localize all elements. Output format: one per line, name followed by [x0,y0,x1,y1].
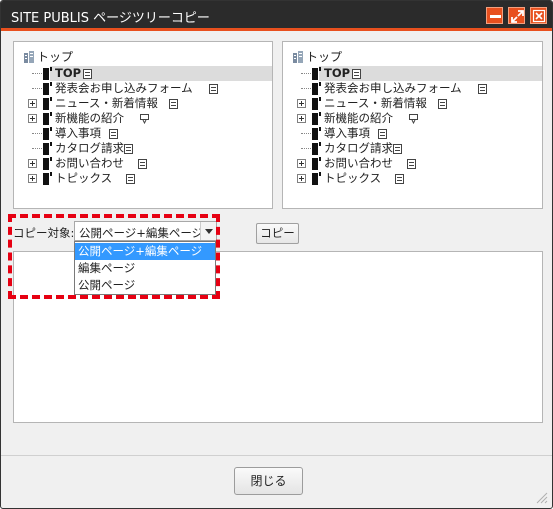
tree-item-label: TOP [55,66,82,80]
page-icon [43,112,52,125]
tree-item-label: 発表会お申し込みフォーム [55,81,193,95]
page-icon [43,67,52,80]
page-icon [312,82,321,95]
tree-connector [32,133,42,134]
tree-item-label: お問い合わせ [55,156,124,170]
page-icon [312,172,321,185]
minimize-button[interactable] [486,7,503,24]
published-state-icon [138,159,147,169]
page-tree-copy-dialog: SITE PUBLIS ページツリーコピー トップ TOP 発表会お申し込みフォ… [0,0,553,509]
dialog-title: SITE PUBLIS ページツリーコピー [11,11,210,26]
close-button[interactable]: 閉じる [234,467,303,495]
tree-item-label: ニュース・新着情報 [55,96,158,110]
expand-icon[interactable] [28,159,37,168]
site-root-icon [24,51,34,63]
tree-item-label: 導入事項 [324,126,370,140]
published-state-icon [438,99,447,109]
page-icon [43,142,52,155]
published-state-icon [352,69,361,79]
tree-item-label: TOP [324,66,351,80]
tree-item-label: 導入事項 [55,126,101,140]
tree-connector [32,88,42,89]
close-icon [532,9,546,23]
expand-icon[interactable] [297,114,306,123]
published-state-icon [378,129,387,139]
tree-connector [32,73,42,74]
tree-connector [301,148,311,149]
page-icon [312,142,321,155]
published-state-icon [109,129,118,139]
maximize-button[interactable] [508,7,525,24]
target-page-tree[interactable]: トップ TOP 発表会お申し込みフォーム ニュース・新着情報 新機能の紹介 導入… [282,41,543,209]
footer-divider [1,455,552,456]
close-window-button[interactable] [530,7,547,24]
published-state-icon [169,99,178,109]
published-state-icon [209,84,218,94]
minimize-icon [490,15,501,18]
page-icon [312,112,321,125]
tree-item-label: 新機能の紹介 [55,111,124,125]
tree-item-label: トピックス [324,171,382,185]
page-icon [312,67,321,80]
expand-icon[interactable] [28,99,37,108]
tree-connector [32,148,42,149]
page-icon [43,127,52,140]
edited-state-icon [409,114,418,124]
published-state-icon [393,144,402,154]
tree-item-label: トピックス [55,171,113,185]
published-state-icon [407,159,416,169]
page-icon [312,127,321,140]
tree-item-label: ニュース・新着情報 [324,96,427,110]
page-icon [43,157,52,170]
tree-item-label: お問い合わせ [324,156,393,170]
tree-item-label: カタログ請求 [55,141,124,155]
expand-icon[interactable] [297,159,306,168]
resize-grip-icon[interactable] [534,490,548,504]
tree-connector [301,73,311,74]
page-icon [312,97,321,110]
title-bar[interactable]: SITE PUBLIS ページツリーコピー [1,1,552,31]
copy-button[interactable]: コピー [256,223,299,244]
tree-connector [301,133,311,134]
tree-root-label: トップ [306,50,343,64]
expand-icon[interactable] [297,99,306,108]
tree-connector [301,88,311,89]
maximize-icon [511,10,524,23]
expand-icon[interactable] [28,174,37,183]
page-icon [43,82,52,95]
published-state-icon [124,144,133,154]
expand-icon[interactable] [297,174,306,183]
published-state-icon [126,174,135,184]
tree-item-label: 新機能の紹介 [324,111,393,125]
expand-icon[interactable] [28,114,37,123]
source-page-tree[interactable]: トップ TOP 発表会お申し込みフォーム ニュース・新着情報 新機能の紹介 導入… [13,41,273,209]
edited-state-icon [140,114,149,124]
site-root-icon [293,51,303,63]
published-state-icon [395,174,404,184]
published-state-icon [478,84,487,94]
page-icon [43,97,52,110]
published-state-icon [83,69,92,79]
annotation-highlight-box [8,214,220,299]
tree-item-label: 発表会お申し込みフォーム [324,81,462,95]
tree-root-label: トップ [37,50,74,64]
page-icon [43,172,52,185]
page-icon [312,157,321,170]
tree-item-label: カタログ請求 [324,141,393,155]
